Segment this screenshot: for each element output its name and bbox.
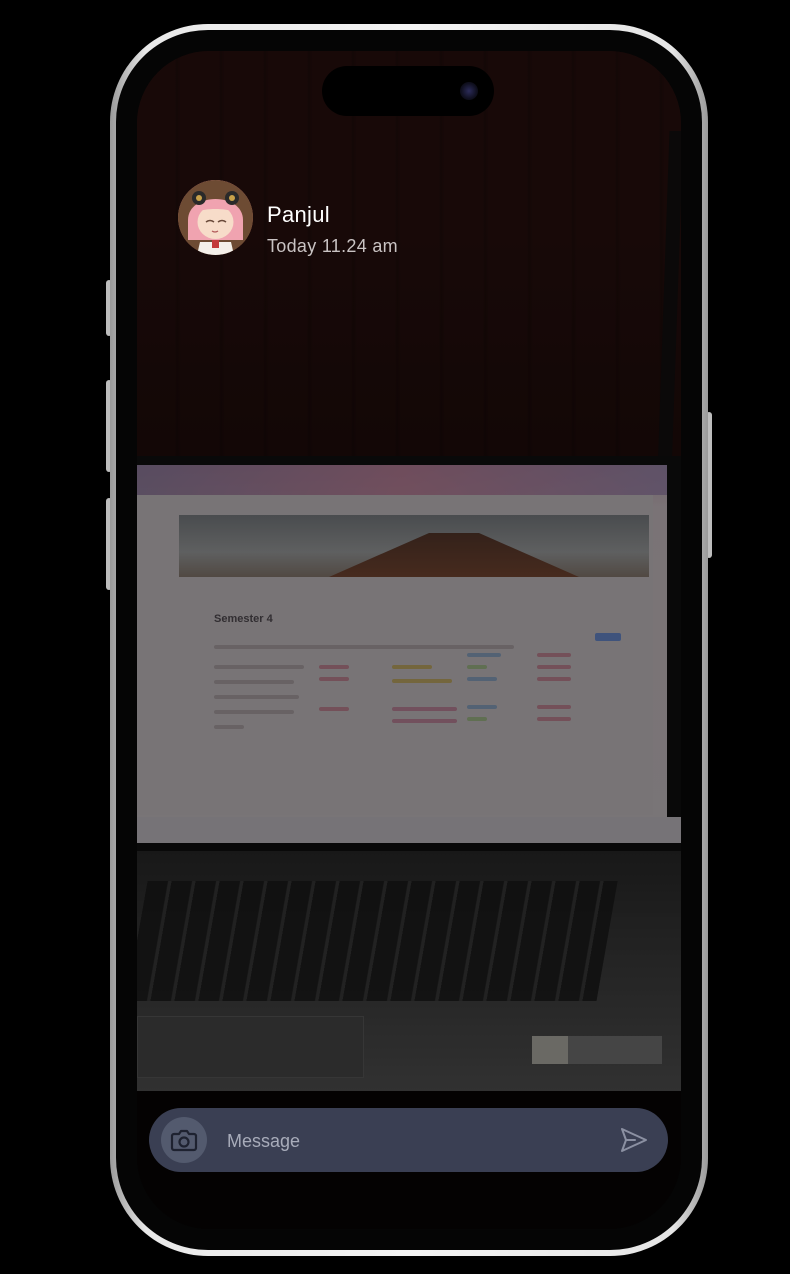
- send-button[interactable]: [618, 1124, 650, 1156]
- front-camera-icon: [460, 82, 478, 100]
- camera-button[interactable]: [161, 1117, 207, 1163]
- avatar[interactable]: [178, 180, 253, 255]
- dynamic-island: [322, 66, 494, 116]
- sender-name: Panjul: [267, 202, 330, 227]
- camera-icon: [170, 1129, 198, 1152]
- avatar-image: [178, 180, 253, 255]
- message-input[interactable]: [225, 1108, 599, 1174]
- message-timestamp: Today 11.24 am: [267, 236, 398, 256]
- send-icon: [621, 1128, 647, 1152]
- message-composer: [149, 1108, 668, 1174]
